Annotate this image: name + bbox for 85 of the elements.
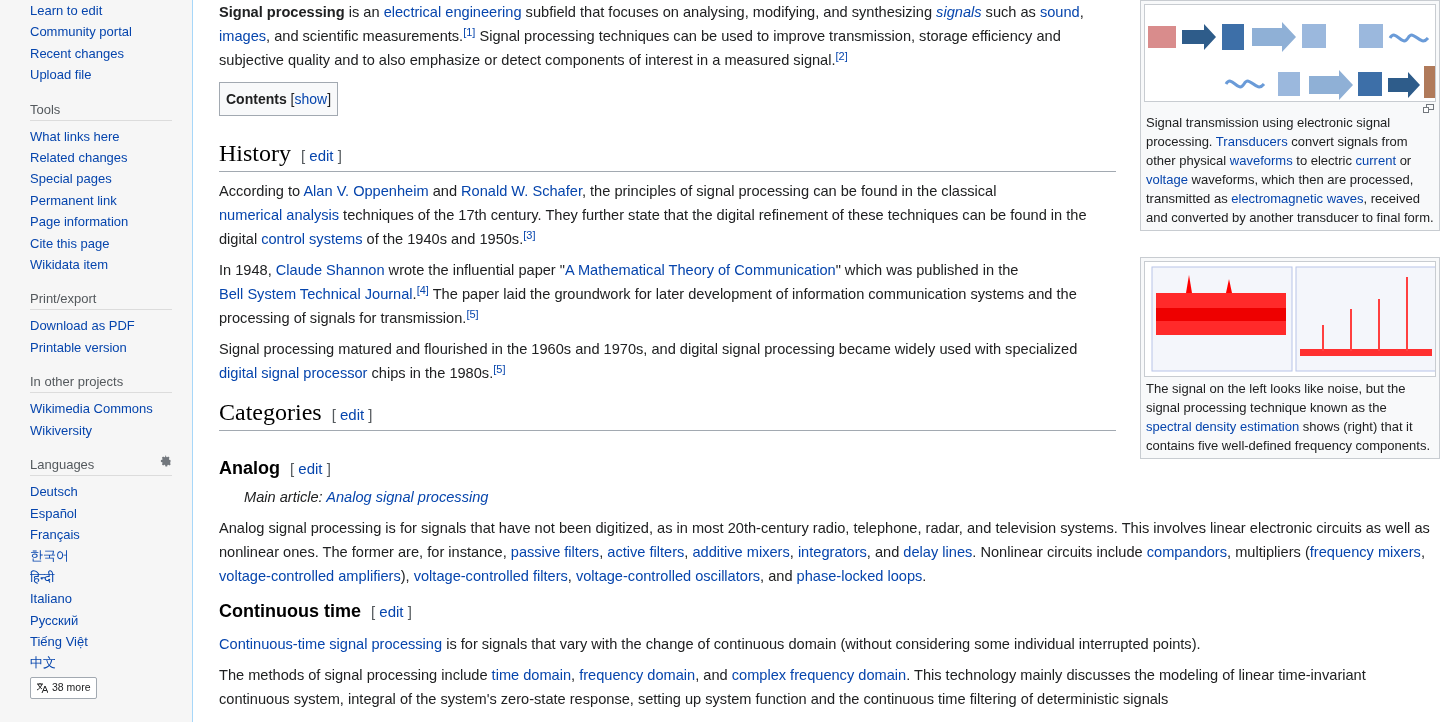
reference-link[interactable]: [2] bbox=[835, 49, 848, 62]
reference-link[interactable]: [1] bbox=[463, 25, 476, 38]
sidebar-link[interactable]: हिन्दी bbox=[30, 566, 174, 589]
sidebar-link[interactable]: Español bbox=[30, 502, 174, 524]
link[interactable]: voltage-controlled amplifiers bbox=[219, 568, 401, 584]
contents-label: Contents [show] bbox=[226, 91, 332, 107]
sidebar-link[interactable]: Wikidata item bbox=[30, 254, 174, 276]
link[interactable]: spectral density estimation bbox=[1146, 419, 1300, 434]
sidebar-link[interactable]: Deutsch bbox=[30, 481, 174, 503]
sidebar-heading: Print/export bbox=[30, 290, 97, 309]
link[interactable]: edit bbox=[309, 147, 334, 164]
link[interactable]: waveforms bbox=[1229, 153, 1293, 168]
paragraph: Signal processing matured and flourished in the 1960s and 1970s, and digital signal processing became widely used with specialized digital signal processor chips in the 1980s.$^{[5]}$ bbox=[219, 340, 1079, 383]
sidebar-link[interactable]: Upload file bbox=[30, 64, 174, 86]
sidebar-link[interactable]: Русский bbox=[30, 609, 174, 631]
figure-caption: The signal on the left looks like noise, but the signal processing technique known as the spectral density estimation shows (right) that it contains five well-defined frequency components. bbox=[1146, 380, 1431, 455]
sidebar-link[interactable]: 中文 bbox=[30, 652, 174, 674]
enlarge-icon[interactable] bbox=[1423, 104, 1434, 113]
paragraph: According to Alan V. Oppenheim and Ronald W. Schafer, the principles of signal processing can be found in the classical numerical analysis techniques of the 17th century. They further state that the digital refinement of these techniques can be found in the digital control systems of the 1940s and 1950s.$^{[3]}$ bbox=[219, 182, 1088, 249]
paragraph: Continuous-time signal processing is for signals that vary with the change of continuous domain (without considering some individual interrupted points). bbox=[219, 635, 1202, 654]
sidebar-heading: In other projects bbox=[30, 373, 124, 392]
paragraph: The methods of signal processing include time domain, frequency domain, and complex frequency domain. This technology mainly discusses the modeling of linear time-invariant continuous system, integral of the system's zero-state response, setting up system function and the continuous time filtering of deterministic signals bbox=[219, 666, 1367, 709]
reference-link[interactable]: [5] bbox=[466, 307, 479, 320]
sidebar-link[interactable]: Permanent link bbox=[30, 189, 174, 212]
sidebar-link[interactable]: Printable version bbox=[30, 336, 174, 359]
paragraph: Analog signal processing is for signals that have not been digitized, as in most 20th-century radio, telephone, radar, and television systems. This involves linear electronic circuits as well as nonlinear ones. The former are, for instance, passive filters, active filters, additive mixers, integrators, and delay lines. Nonlinear circuits include compandors, multipliers (frequency mixers, voltage-controlled amplifiers), voltage-controlled filters, voltage-controlled oscillators, and phase-locked loops. bbox=[219, 519, 1431, 586]
sidebar-link[interactable]: Page information bbox=[30, 211, 174, 233]
edit-section: [ edit ] bbox=[301, 141, 342, 171]
sidebar-heading: Tools bbox=[30, 100, 61, 119]
paragraph: In 1948, Claude Shannon wrote the influential paper "A Mathematical Theory of Communication" which was published in the Bell System Technical Journal.$^{[4]}$ The paper laid the groundwork for later development of information communication systems and the processing of signals for transmission.$^{[5]}$ bbox=[219, 261, 1078, 328]
link[interactable]: Ronald W. Schafer bbox=[461, 183, 582, 199]
link[interactable]: Bell System Technical Journal bbox=[219, 286, 413, 302]
subsection-heading: Continuous time bbox=[219, 600, 361, 623]
sidebar-link[interactable]: Wikiversity bbox=[30, 419, 174, 442]
link[interactable]: digital signal processor bbox=[219, 365, 368, 381]
link[interactable]: electromagnetic waves bbox=[1231, 191, 1364, 206]
translate-icon bbox=[36, 682, 48, 694]
figure-caption: Signal transmission using electronic signal processing. Transducers convert signals from other physical waveforms to electric current or voltage waveforms, which then are processed, transmitted as electromagnetic waves, received and converted by another transducer to final form. bbox=[1146, 114, 1434, 227]
link[interactable]: electrical engineering bbox=[383, 4, 522, 20]
link[interactable]: A Mathematical Theory of Communication bbox=[564, 262, 836, 278]
sidebar-link[interactable]: Cite this page bbox=[30, 232, 174, 255]
sidebar-link[interactable]: Recent changes bbox=[30, 42, 174, 65]
link[interactable]: Alan V. Oppenheim bbox=[303, 183, 429, 199]
link[interactable]: additive mixers bbox=[692, 544, 790, 560]
sidebar-heading: Languages bbox=[30, 456, 95, 475]
subsection-heading: Analog bbox=[219, 457, 280, 480]
link[interactable]: edit bbox=[298, 460, 323, 477]
sidebar-link[interactable]: 한국어 bbox=[30, 545, 174, 567]
paragraph: Signal processing is an electrical engineering subfield that focuses on analysing, modifying, and synthesizing signals such as sound, images, and scientific measurements.$^{[1]}$ Signal processing techniques can be used to improve transmission, storage efficiency and subjective quality and to also emphasize or detect components of interest in a measured signal.$^{[2]}$ bbox=[219, 3, 1085, 70]
reference-link[interactable]: [5] bbox=[493, 362, 506, 375]
edit-section: [ edit ] bbox=[331, 400, 373, 430]
link[interactable]: signals bbox=[936, 4, 982, 20]
sidebar-link[interactable]: Learn to edit bbox=[30, 0, 174, 22]
settings-icon[interactable] bbox=[160, 455, 172, 468]
more-languages-button[interactable]: 38 more bbox=[30, 676, 97, 699]
link[interactable]: Transducers bbox=[1215, 134, 1288, 149]
edit-section: [ edit ] bbox=[290, 456, 331, 482]
sidebar-link[interactable]: Special pages bbox=[30, 168, 174, 190]
sidebar-link[interactable]: Download as PDF bbox=[30, 315, 174, 337]
link[interactable]: voltage-controlled filters bbox=[413, 568, 568, 584]
link[interactable]: sound bbox=[1039, 4, 1080, 20]
reference-link[interactable]: [3] bbox=[523, 228, 536, 241]
link[interactable]: edit bbox=[379, 603, 404, 620]
sidebar-link[interactable]: Wikimedia Commons bbox=[30, 398, 174, 420]
edit-section: [ edit ] bbox=[371, 599, 412, 625]
link[interactable]: Claude Shannon bbox=[275, 262, 385, 278]
sidebar-link[interactable]: Français bbox=[30, 523, 174, 546]
sidebar-link[interactable]: Tiếng Việt bbox=[30, 630, 174, 653]
sidebar-link[interactable]: Italiano bbox=[30, 588, 174, 610]
link[interactable]: Continuous-time signal processing bbox=[219, 636, 443, 652]
link[interactable]: control systems bbox=[261, 231, 363, 247]
link[interactable]: numerical analysis bbox=[219, 207, 340, 223]
sidebar-link[interactable]: Community portal bbox=[30, 21, 174, 43]
reference-link[interactable]: [4] bbox=[416, 283, 429, 296]
link[interactable]: voltage bbox=[1146, 172, 1188, 187]
link[interactable]: Analog signal processing bbox=[326, 489, 489, 505]
link[interactable]: frequency mixers bbox=[1309, 544, 1421, 560]
section-heading: Categories bbox=[219, 398, 322, 427]
link[interactable]: current bbox=[1355, 153, 1396, 168]
link[interactable]: edit bbox=[340, 406, 365, 423]
section-heading: History bbox=[219, 139, 291, 168]
link[interactable]: integrators bbox=[797, 544, 867, 560]
sidebar-link[interactable]: Related changes bbox=[30, 147, 174, 169]
hatnote: Main article: Analog signal processing bbox=[243, 488, 490, 507]
sidebar-link[interactable]: What links here bbox=[30, 125, 174, 148]
